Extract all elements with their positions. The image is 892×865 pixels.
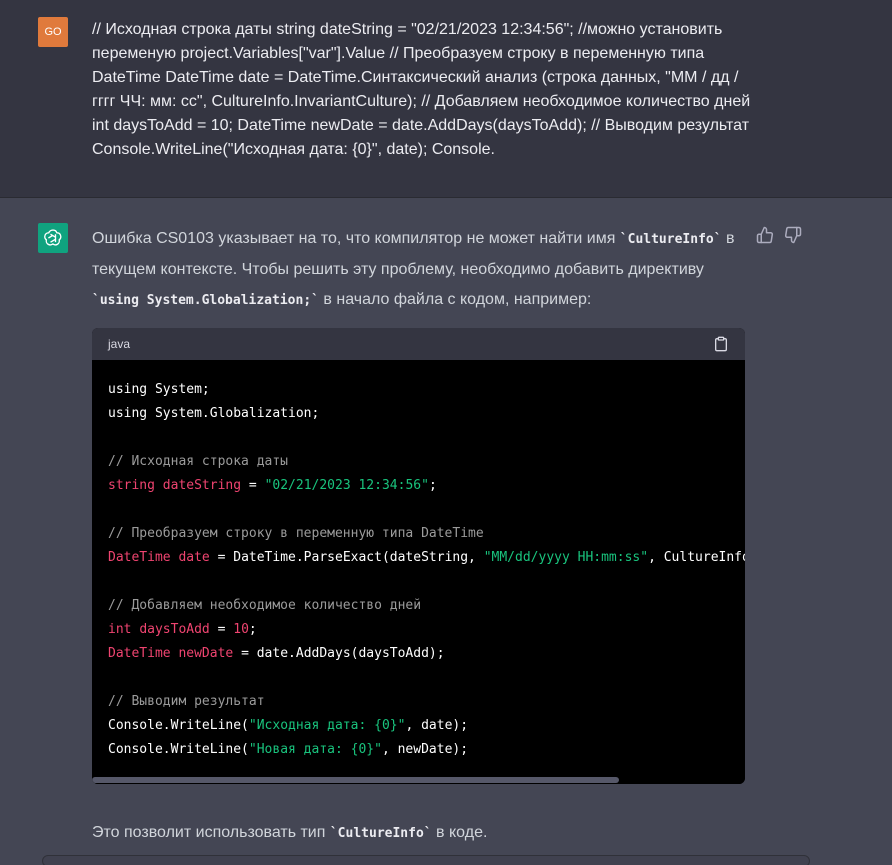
code-comment: // Выводим результат [108, 694, 265, 709]
code-keyword: DateTime [108, 646, 171, 661]
code-keyword: dateString [162, 478, 242, 493]
code-line: DateTime newDate = date.AddDays(daysToAd… [108, 642, 729, 666]
code-line: // Выводим результат [108, 690, 729, 714]
code-string: "MM/dd/yyyy HH:mm:ss" [483, 550, 649, 565]
assistant-footer-text: Это позволит использовать тип `CultureIn… [92, 818, 487, 849]
code-keyword: daysToAdd [139, 622, 210, 637]
code-line: // Исходная строка даты [108, 450, 729, 474]
code-token: Console.WriteLine( [108, 718, 249, 733]
footer-text-1: Это позволит использовать тип [92, 824, 330, 841]
code-content: using System; using System.Globalization;… [92, 360, 745, 768]
code-keyword: int [108, 622, 132, 637]
feedback-buttons [756, 226, 802, 244]
clipboard-icon[interactable] [713, 336, 729, 352]
code-token: = DateTime.ParseExact(dateString, [209, 550, 484, 565]
inline-code-using-directive: `using System.Globalization;` [92, 293, 319, 308]
code-line: string dateString = "02/21/2023 12:34:56… [108, 474, 729, 498]
user-message-row: GO // Исходная строка даты string dateSt… [0, 0, 892, 198]
code-line: Console.WriteLine("Новая дата: {0}", new… [108, 738, 729, 762]
code-token: using System.Globalization; [108, 406, 320, 421]
thumbs-up-icon[interactable] [756, 226, 774, 244]
code-line: DateTime date = DateTime.ParseExact(date… [108, 546, 745, 570]
code-token: ; [428, 478, 437, 493]
code-token: , CultureInfo. [648, 550, 745, 565]
code-line: // Преобразуем строку в переменную типа … [108, 522, 729, 546]
code-token: , newDate); [381, 742, 469, 757]
input-bar-edge [42, 855, 810, 865]
code-token: = date.AddDays(daysToAdd); [233, 646, 445, 661]
user-avatar: GO [38, 17, 68, 47]
footer-text-2: в коде. [431, 824, 488, 841]
horizontal-scrollbar[interactable] [92, 776, 745, 784]
assistant-message-row: Ошибка CS0103 указывает на то, что компи… [0, 198, 892, 865]
code-token: using System; [108, 382, 210, 397]
assistant-intro-text: Ошибка CS0103 указывает на то, что компи… [92, 224, 742, 316]
code-comment: // Добавляем необходимое количество дней [108, 598, 422, 613]
code-line: using System.Globalization; [108, 402, 729, 426]
code-language-label: java [108, 337, 131, 351]
thumbs-down-icon[interactable] [784, 226, 802, 244]
code-keyword: DateTime [108, 550, 171, 565]
code-token: = [209, 622, 234, 637]
code-token: Console.WriteLine( [108, 742, 249, 757]
code-line: // Добавляем необходимое количество дней [108, 594, 729, 618]
inline-code-cultureinfo-footer: `CultureInfo` [329, 826, 432, 841]
code-block: java using System; using System.Globaliza… [92, 328, 745, 784]
code-string: "Новая дата: {0}" [248, 742, 382, 757]
code-line: Console.WriteLine("Исходная дата: {0}", … [108, 714, 729, 738]
user-message-text: // Исходная строка даты string dateStrin… [92, 21, 751, 158]
code-line: int daysToAdd = 10; [108, 618, 729, 642]
scrollbar-thumb[interactable] [92, 777, 619, 783]
code-token: , date); [405, 718, 469, 733]
intro-text-1: Ошибка CS0103 указывает на то, что компи… [92, 230, 620, 247]
intro-text-3: в начало файла с кодом, например: [318, 291, 592, 308]
code-block-header: java [92, 328, 745, 360]
code-comment: // Преобразуем строку в переменную типа … [108, 526, 484, 541]
code-token: = [241, 478, 265, 493]
code-string: "02/21/2023 12:34:56" [264, 478, 429, 493]
code-comment: // Исходная строка даты [108, 454, 289, 469]
openai-logo-icon [38, 223, 68, 253]
code-token: ; [248, 622, 257, 637]
code-string: "Исходная дата: {0}" [248, 718, 406, 733]
code-keyword: newDate [178, 646, 234, 661]
code-keyword: date [178, 550, 210, 565]
code-keyword: string [108, 478, 155, 493]
code-line: using System; [108, 378, 729, 402]
code-keyword: 10 [233, 622, 249, 637]
inline-code-cultureinfo: `CultureInfo` [619, 232, 722, 247]
